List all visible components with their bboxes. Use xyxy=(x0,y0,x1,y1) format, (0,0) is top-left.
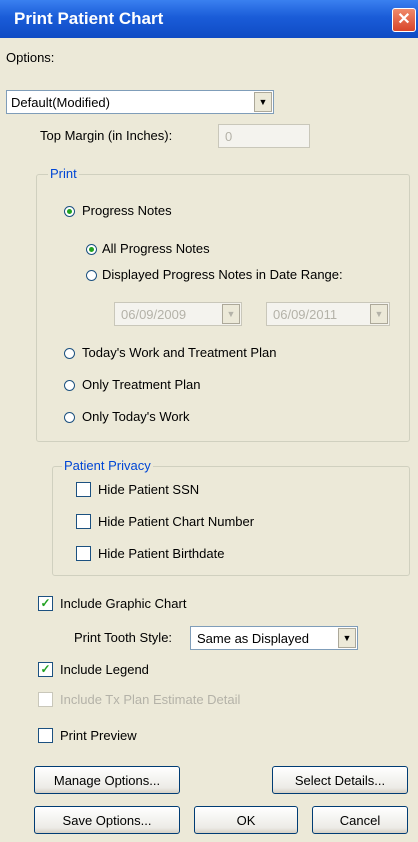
patient-privacy-label: Patient Privacy xyxy=(62,458,153,473)
chevron-down-icon[interactable]: ▼ xyxy=(254,92,272,112)
window-title: Print Patient Chart xyxy=(14,9,164,28)
include-tx-plan-estimate-checkbox[interactable] xyxy=(38,692,53,707)
hide-ssn-label: Hide Patient SSN xyxy=(98,482,200,497)
hide-chart-number-label: Hide Patient Chart Number xyxy=(98,514,255,529)
ok-button[interactable]: OK xyxy=(194,806,298,834)
manage-options-button[interactable]: Manage Options... xyxy=(34,766,180,794)
displayed-in-range-radio[interactable] xyxy=(86,270,97,281)
only-treatment-plan-radio[interactable] xyxy=(64,380,75,391)
options-selected-value: Default(Modified) xyxy=(11,95,110,110)
hide-birthdate-label: Hide Patient Birthdate xyxy=(98,546,225,561)
top-margin-label: Top Margin (in Inches): xyxy=(40,128,173,143)
only-todays-work-radio[interactable] xyxy=(64,412,75,423)
top-margin-input[interactable]: 0 xyxy=(218,124,310,148)
include-legend-checkbox[interactable]: ✓ xyxy=(38,662,53,677)
print-tooth-style-label: Print Tooth Style: xyxy=(74,630,173,645)
date-to-picker[interactable]: 06/09/2011 ▼ xyxy=(266,302,390,326)
hide-birthdate-checkbox[interactable] xyxy=(76,546,91,561)
date-from-picker[interactable]: 06/09/2009 ▼ xyxy=(114,302,242,326)
save-options-button[interactable]: Save Options... xyxy=(34,806,180,834)
chevron-down-icon[interactable]: ▼ xyxy=(370,304,388,324)
include-tx-plan-estimate-label: Include Tx Plan Estimate Detail xyxy=(60,692,241,707)
select-details-button[interactable]: Select Details... xyxy=(272,766,408,794)
top-margin-value: 0 xyxy=(225,129,233,144)
print-group-label: Print xyxy=(48,166,79,181)
progress-notes-label: Progress Notes xyxy=(82,203,172,218)
chevron-down-icon[interactable]: ▼ xyxy=(222,304,240,324)
chevron-down-icon[interactable]: ▼ xyxy=(338,628,356,648)
all-progress-notes-radio[interactable] xyxy=(86,244,97,255)
print-patient-chart-dialog: Print Patient Chart ✕ Options: Default(M… xyxy=(0,0,418,842)
include-graphic-chart-label: Include Graphic Chart xyxy=(60,596,187,611)
include-graphic-chart-checkbox[interactable]: ✓ xyxy=(38,596,53,611)
cancel-button[interactable]: Cancel xyxy=(312,806,408,834)
title-bar[interactable]: Print Patient Chart ✕ xyxy=(0,0,418,38)
date-to-value: 06/09/2011 xyxy=(273,307,338,322)
options-label: Options: xyxy=(6,50,55,65)
only-todays-work-label: Only Today's Work xyxy=(82,409,190,424)
hide-ssn-checkbox[interactable] xyxy=(76,482,91,497)
options-select[interactable]: Default(Modified) ▼ xyxy=(6,90,274,114)
hide-chart-number-checkbox[interactable] xyxy=(76,514,91,529)
date-from-value: 06/09/2009 xyxy=(121,307,187,322)
print-tooth-style-value: Same as Displayed xyxy=(197,631,309,646)
progress-notes-radio[interactable] xyxy=(64,206,75,217)
todays-work-and-plan-label: Today's Work and Treatment Plan xyxy=(82,345,277,360)
all-progress-notes-label: All Progress Notes xyxy=(102,241,210,256)
print-preview-label: Print Preview xyxy=(60,728,137,743)
include-legend-label: Include Legend xyxy=(60,662,149,677)
todays-work-and-plan-radio[interactable] xyxy=(64,348,75,359)
close-icon[interactable]: ✕ xyxy=(392,8,416,32)
only-treatment-plan-label: Only Treatment Plan xyxy=(82,377,201,392)
print-tooth-style-select[interactable]: Same as Displayed ▼ xyxy=(190,626,358,650)
print-preview-checkbox[interactable] xyxy=(38,728,53,743)
displayed-in-range-label: Displayed Progress Notes in Date Range: xyxy=(102,267,343,282)
